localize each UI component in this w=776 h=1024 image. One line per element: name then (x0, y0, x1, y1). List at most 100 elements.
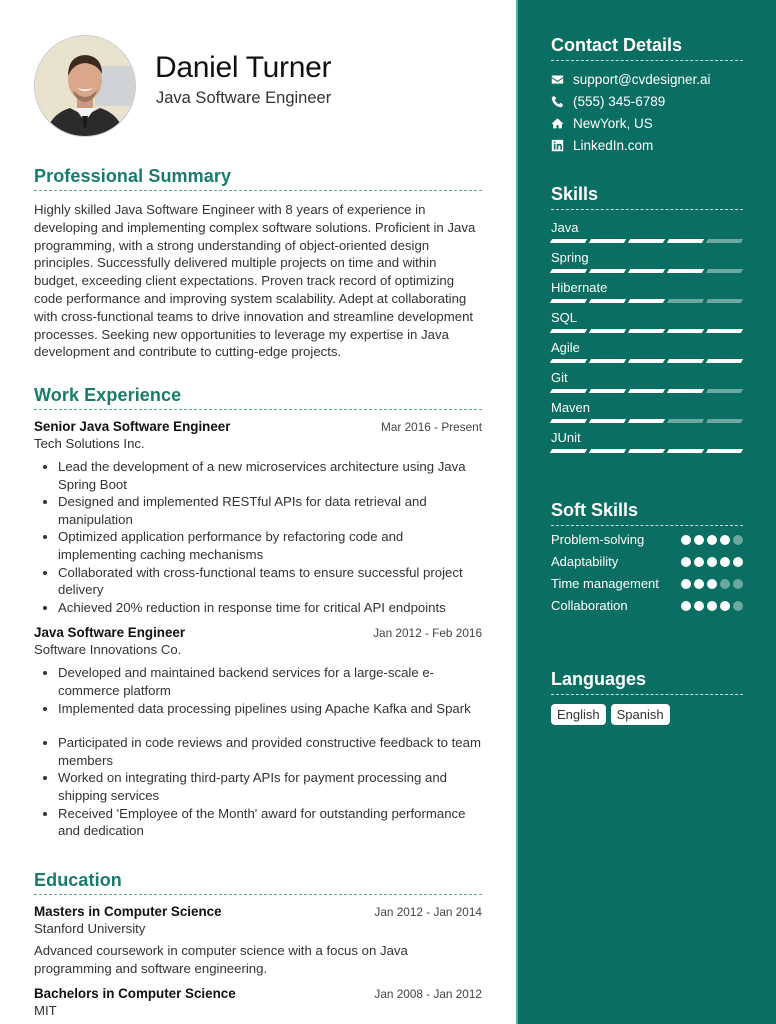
skill-segment-filled (588, 329, 627, 333)
experience-section: Work Experience Senior Java Software Eng… (34, 385, 482, 840)
soft-skill-rating (681, 531, 743, 549)
skill-segment-filled (549, 419, 588, 423)
job-bullets: Developed and maintained backend service… (34, 664, 482, 839)
skill-segment-filled (627, 449, 666, 453)
soft-skills-section: Soft Skills Problem-solving Adaptability T… (551, 500, 743, 615)
school-name: Stanford University (34, 921, 146, 936)
rating-dot-filled (681, 579, 691, 589)
sidebar: Contact Details support@cvdesigner.ai (5… (516, 0, 776, 1024)
skill-segment-empty (705, 389, 744, 393)
contact-section: Contact Details support@cvdesigner.ai (5… (551, 35, 743, 153)
job-entry: Java Software Engineer Jan 2012 - Feb 20… (34, 625, 482, 839)
language-tag: Spanish (610, 704, 670, 725)
skill-segment-empty (666, 419, 705, 423)
skill-segment-filled (588, 389, 627, 393)
skill-level-bar (549, 389, 744, 393)
contact-email[interactable]: support@cvdesigner.ai (551, 71, 743, 87)
skill-segment-filled (627, 419, 666, 423)
education-date: Jan 2012 - Jan 2014 (374, 905, 482, 919)
summary-text: Highly skilled Java Software Engineer wi… (34, 202, 476, 360)
skills-heading: Skills (551, 184, 743, 210)
contact-phone[interactable]: (555) 345-6789 (551, 93, 743, 109)
skill-segment-filled (588, 359, 627, 363)
soft-skill-name: Problem-solving (551, 532, 645, 547)
skill-segment-filled (666, 359, 705, 363)
rating-dot-filled (707, 557, 717, 567)
education-description: Advanced coursework in computer science … (34, 943, 408, 976)
candidate-title: Java Software Engineer (156, 89, 332, 107)
skill-segment-filled (627, 329, 666, 333)
skill-segment-empty (705, 239, 744, 243)
job-bullet: Lead the development of a new microservi… (43, 458, 482, 493)
skill-item: SQL (549, 310, 744, 333)
skill-segment-filled (666, 329, 705, 333)
rating-dot-filled (694, 579, 704, 589)
skill-item: JUnit (549, 430, 744, 453)
contact-text: (555) 345-6789 (573, 93, 666, 109)
skill-name: Git (551, 370, 568, 385)
education-entry: Masters in Computer Science Jan 2012 - J… (34, 904, 482, 977)
job-company: Tech Solutions Inc. (34, 436, 145, 451)
education-heading: Education (34, 870, 482, 895)
soft-skill-item: Collaboration (551, 597, 743, 615)
job-bullet: Developed and maintained backend service… (43, 664, 482, 699)
skill-segment-empty (705, 269, 744, 273)
skill-segment-filled (588, 419, 627, 423)
skill-item: Java (549, 220, 744, 243)
rating-dot-filled (694, 601, 704, 611)
rating-dot-filled (694, 557, 704, 567)
languages-section: Languages English Spanish (551, 669, 743, 725)
soft-skill-item: Time management (551, 575, 743, 593)
rating-dot-empty (733, 579, 743, 589)
contact-heading: Contact Details (551, 35, 743, 61)
soft-skill-name: Time management (551, 576, 659, 591)
job-entry: Senior Java Software Engineer Mar 2016 -… (34, 419, 482, 616)
skill-segment-filled (549, 389, 588, 393)
skill-level-bar (549, 269, 744, 273)
soft-skill-rating (681, 575, 743, 593)
rating-dot-filled (720, 557, 730, 567)
skill-segment-filled (549, 269, 588, 273)
skill-segment-filled (549, 359, 588, 363)
education-date: Jan 2008 - Jan 2012 (374, 987, 482, 1002)
rating-dot-filled (720, 601, 730, 611)
skill-item: Agile (549, 340, 744, 363)
job-date: Jan 2012 - Feb 2016 (373, 626, 482, 641)
contact-linkedin[interactable]: LinkedIn.com (551, 137, 743, 153)
home-icon (551, 117, 564, 130)
skill-level-bar (549, 239, 744, 243)
skill-level-bar (549, 449, 744, 453)
skill-segment-empty (705, 419, 744, 423)
skill-segment-filled (627, 239, 666, 243)
skill-segment-empty (666, 299, 705, 303)
rating-dot-filled (681, 535, 691, 545)
soft-skill-name: Collaboration (551, 598, 628, 613)
candidate-name: Daniel Turner (155, 51, 332, 84)
soft-skills-heading: Soft Skills (551, 500, 743, 526)
skill-segment-filled (588, 269, 627, 273)
skills-section: Skills Java Spring Hibernate SQL Agile Git Mav… (549, 184, 744, 453)
linkedin-icon (551, 139, 564, 152)
skill-level-bar (549, 359, 744, 363)
rating-dot-filled (707, 535, 717, 545)
soft-skill-rating (681, 597, 743, 615)
summary-section: Professional Summary Highly skilled Java… (34, 166, 482, 361)
summary-heading: Professional Summary (34, 166, 482, 191)
skill-segment-filled (627, 269, 666, 273)
rating-dot-filled (681, 601, 691, 611)
envelope-icon (551, 73, 564, 86)
skill-level-bar (549, 299, 744, 303)
job-bullet: Worked on integrating third-party APIs f… (43, 769, 482, 804)
contact-text: NewYork, US (573, 115, 653, 131)
languages-heading: Languages (551, 669, 743, 695)
school-name: MIT (34, 1003, 57, 1019)
skill-segment-filled (666, 239, 705, 243)
profile-photo-icon (35, 36, 135, 136)
skill-segment-filled (627, 359, 666, 363)
language-tags: English Spanish (551, 704, 743, 725)
avatar (34, 35, 136, 137)
soft-skill-name: Adaptability (551, 554, 619, 569)
skill-name: SQL (551, 310, 578, 325)
soft-skill-item: Problem-solving (551, 531, 743, 549)
skill-segment-filled (549, 329, 588, 333)
